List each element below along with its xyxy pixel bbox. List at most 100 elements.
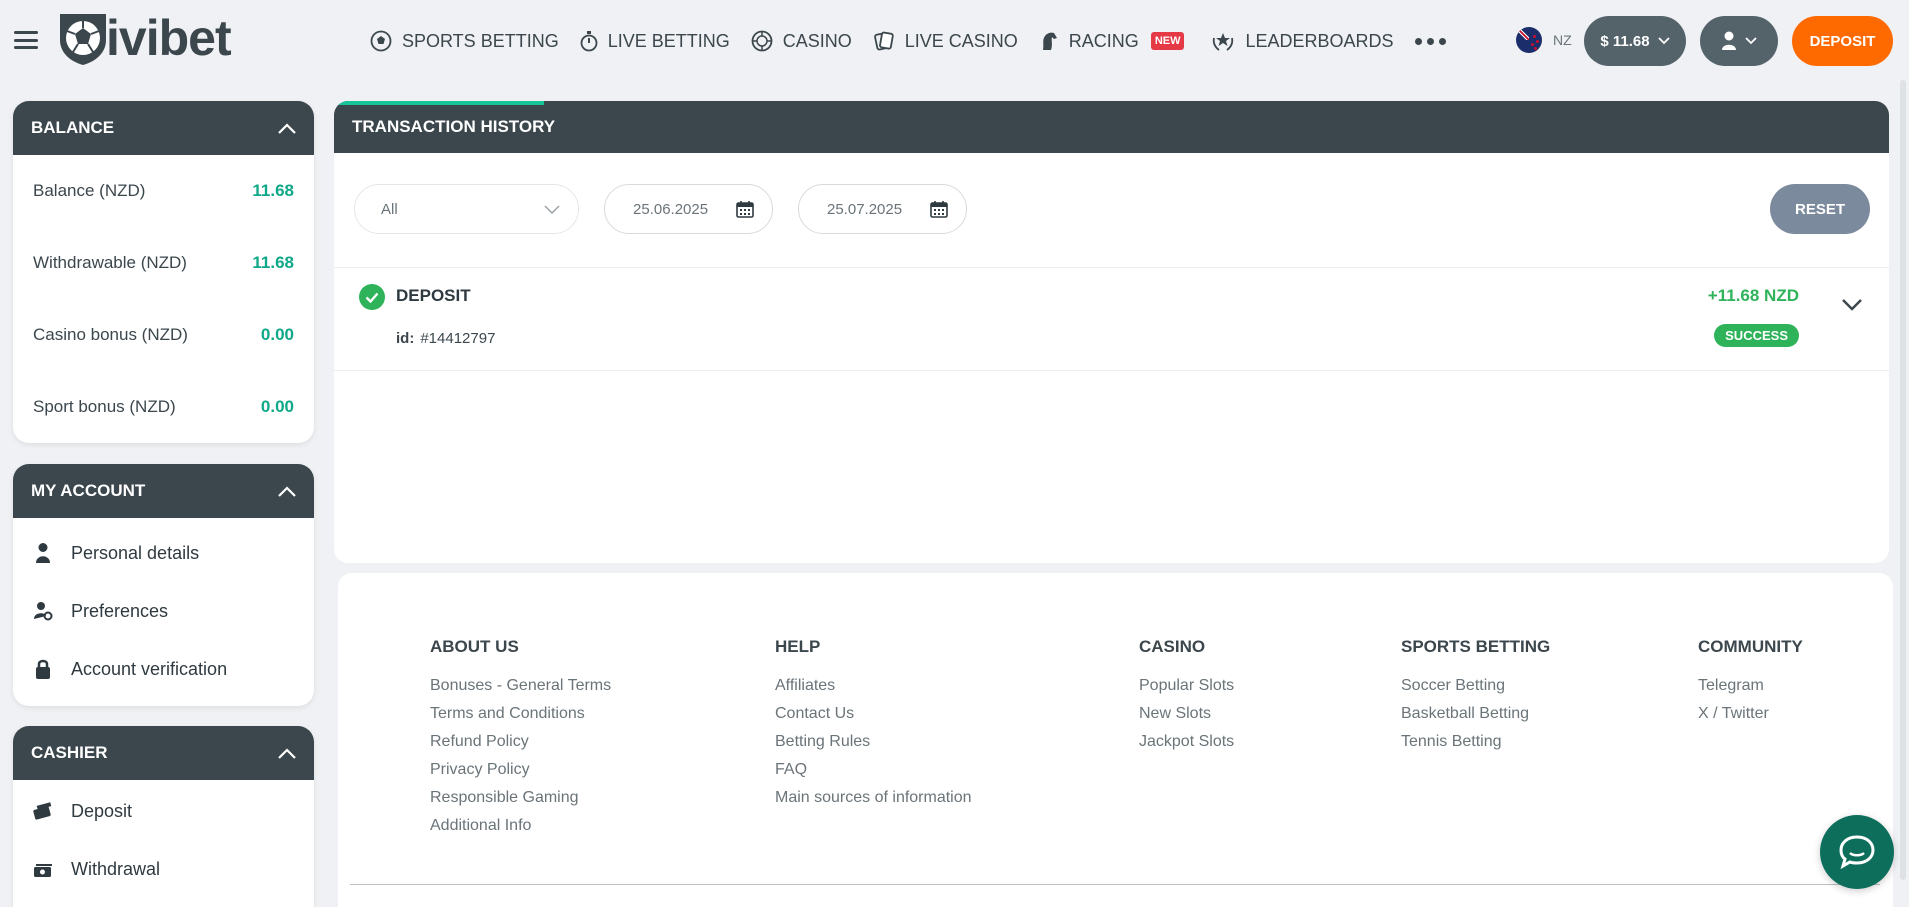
footer-link[interactable]: Additional Info xyxy=(430,817,611,836)
balance-panel-header[interactable]: BALANCE xyxy=(13,101,314,155)
cashier-panel-header[interactable]: CASHIER xyxy=(13,726,314,780)
page-scrollbar[interactable] xyxy=(1900,80,1906,880)
nz-flag-icon xyxy=(1516,27,1542,53)
footer-heading: CASINO xyxy=(1139,637,1206,656)
withdrawable-row: Withdrawable (NZD) 11.68 xyxy=(13,227,314,299)
footer-link[interactable]: Responsible Gaming xyxy=(430,789,611,808)
sidebar-item-preferences[interactable]: Preferences xyxy=(13,582,314,640)
date-from-input[interactable]: 25.06.2025 xyxy=(604,184,773,234)
sidebar-item-label: Withdrawal xyxy=(71,858,161,879)
sidebar-item-withdrawal[interactable]: Withdrawal xyxy=(13,840,314,898)
footer-link[interactable]: Main sources of information xyxy=(775,789,972,808)
more-icon[interactable] xyxy=(1414,37,1446,45)
footer-link[interactable]: Contact Us xyxy=(775,705,972,724)
user-icon xyxy=(1722,31,1736,50)
date-to-input[interactable]: 25.07.2025 xyxy=(798,184,967,234)
sport-bonus-row: Sport bonus (NZD) 0.00 xyxy=(13,371,314,443)
account-panel-header[interactable]: MY ACCOUNT xyxy=(13,464,314,518)
reset-button[interactable]: RESET xyxy=(1770,184,1870,234)
footer-link[interactable]: FAQ xyxy=(775,761,972,780)
footer-link[interactable]: X / Twitter xyxy=(1698,705,1803,724)
region-selector[interactable]: NZ xyxy=(1516,27,1572,53)
footer-divider xyxy=(350,884,1880,885)
date-to-value: 25.07.2025 xyxy=(827,200,903,218)
chevron-down-icon xyxy=(1745,37,1757,45)
casino-bonus-row: Casino bonus (NZD) 0.00 xyxy=(13,299,314,371)
table-row[interactable]: DEPOSIT id: #14412797 +11.68 NZD SUCCESS xyxy=(334,267,1889,371)
lock-icon xyxy=(36,659,50,679)
footer-link[interactable]: Affiliates xyxy=(775,677,972,696)
footer-link[interactable]: Basketball Betting xyxy=(1401,705,1550,724)
select-value: All xyxy=(381,200,398,218)
user-settings-icon xyxy=(34,602,53,621)
balance-dropdown[interactable]: $ 11.68 xyxy=(1584,16,1686,66)
footer-link[interactable]: Soccer Betting xyxy=(1401,677,1550,696)
check-circle-icon xyxy=(359,284,385,310)
nav-racing[interactable]: RACING NEW xyxy=(1039,30,1191,52)
sport-bonus-label: Sport bonus (NZD) xyxy=(33,397,176,416)
new-badge: NEW xyxy=(1150,32,1185,50)
site-footer: ABOUT US Bonuses - General Terms Terms a… xyxy=(338,573,1893,907)
wallet-icon xyxy=(33,802,52,820)
nav-live-betting[interactable]: LIVE BETTING xyxy=(580,30,730,52)
chevron-down-icon xyxy=(1657,37,1670,45)
transaction-history-header: TRANSACTION HISTORY xyxy=(334,101,1889,153)
soccer-ball-icon xyxy=(370,30,392,52)
nav-leaderboards[interactable]: LEADERBOARDS xyxy=(1211,30,1394,52)
logo[interactable]: ivibet xyxy=(56,10,232,66)
main-nav: SPORTS BETTING LIVE BETTING CASINO LIVE … xyxy=(370,24,1446,58)
panel-title: BALANCE xyxy=(31,118,115,137)
footer-link[interactable]: Jackpot Slots xyxy=(1139,733,1234,752)
calendar-icon xyxy=(930,201,948,218)
filters-bar: All 25.06.2025 25.07.2025 RESET xyxy=(334,153,1889,268)
footer-heading: COMMUNITY xyxy=(1698,637,1803,656)
transaction-id-value: #14412797 xyxy=(420,330,496,347)
nav-label: CASINO xyxy=(782,30,852,51)
balance-label: Balance (NZD) xyxy=(33,181,146,200)
withdrawable-value: 11.68 xyxy=(252,253,294,272)
sidebar-item-deposit[interactable]: Deposit xyxy=(13,782,314,840)
sidebar-item-account-verification[interactable]: Account verification xyxy=(13,640,314,698)
footer-heading: HELP xyxy=(775,637,821,656)
footer-column-casino: CASINO Popular Slots New Slots Jackpot S… xyxy=(1139,637,1234,761)
footer-heading: SPORTS BETTING xyxy=(1401,637,1551,656)
top-header: ivibet SPORTS BETTING LIVE BETTING CASIN… xyxy=(0,0,1909,82)
chevron-down-icon[interactable] xyxy=(1841,298,1863,311)
horse-icon xyxy=(1042,32,1057,50)
sidebar-item-label: Account verification xyxy=(71,658,228,679)
user-menu-button[interactable] xyxy=(1700,16,1778,66)
transaction-id-label: id: xyxy=(396,330,415,347)
balance-value: $ 11.68 xyxy=(1600,32,1650,50)
footer-link[interactable]: Popular Slots xyxy=(1139,677,1234,696)
deposit-button[interactable]: DEPOSIT xyxy=(1792,16,1893,66)
footer-column-sports: SPORTS BETTING Soccer Betting Basketball… xyxy=(1401,637,1550,761)
sidebar-item-label: Deposit xyxy=(71,800,133,821)
sidebar-item-label: Preferences xyxy=(71,600,169,621)
footer-link[interactable]: Privacy Policy xyxy=(430,761,611,780)
footer-link[interactable]: Tennis Betting xyxy=(1401,733,1550,752)
transaction-type-select[interactable]: All xyxy=(354,184,579,234)
footer-column-about: ABOUT US Bonuses - General Terms Terms a… xyxy=(430,637,611,845)
chat-button[interactable] xyxy=(1820,815,1894,889)
footer-link[interactable]: New Slots xyxy=(1139,705,1234,724)
withdrawable-label: Withdrawable (NZD) xyxy=(33,253,187,272)
footer-link[interactable]: Refund Policy xyxy=(430,733,611,752)
nav-casino[interactable]: CASINO xyxy=(751,30,852,52)
balance-value: 11.68 xyxy=(252,181,294,200)
footer-link[interactable]: Betting Rules xyxy=(775,733,972,752)
menu-icon[interactable] xyxy=(14,28,38,52)
nav-live-casino[interactable]: LIVE CASINO xyxy=(873,30,1018,52)
nav-label: LIVE CASINO xyxy=(904,30,1018,51)
nav-label: SPORTS BETTING xyxy=(402,30,559,51)
brand-name: ivibet xyxy=(106,10,232,66)
header-accent-bar xyxy=(334,101,544,105)
chevron-up-icon xyxy=(278,122,296,134)
cash-stack-icon xyxy=(34,864,52,877)
footer-link[interactable]: Terms and Conditions xyxy=(430,705,611,724)
nav-sports-betting[interactable]: SPORTS BETTING xyxy=(370,30,559,52)
sidebar-item-personal-details[interactable]: Personal details xyxy=(13,524,314,582)
footer-link[interactable]: Telegram xyxy=(1698,677,1803,696)
nav-label: LIVE BETTING xyxy=(607,30,730,51)
footer-link[interactable]: Bonuses - General Terms xyxy=(430,677,611,696)
person-icon xyxy=(36,543,50,563)
